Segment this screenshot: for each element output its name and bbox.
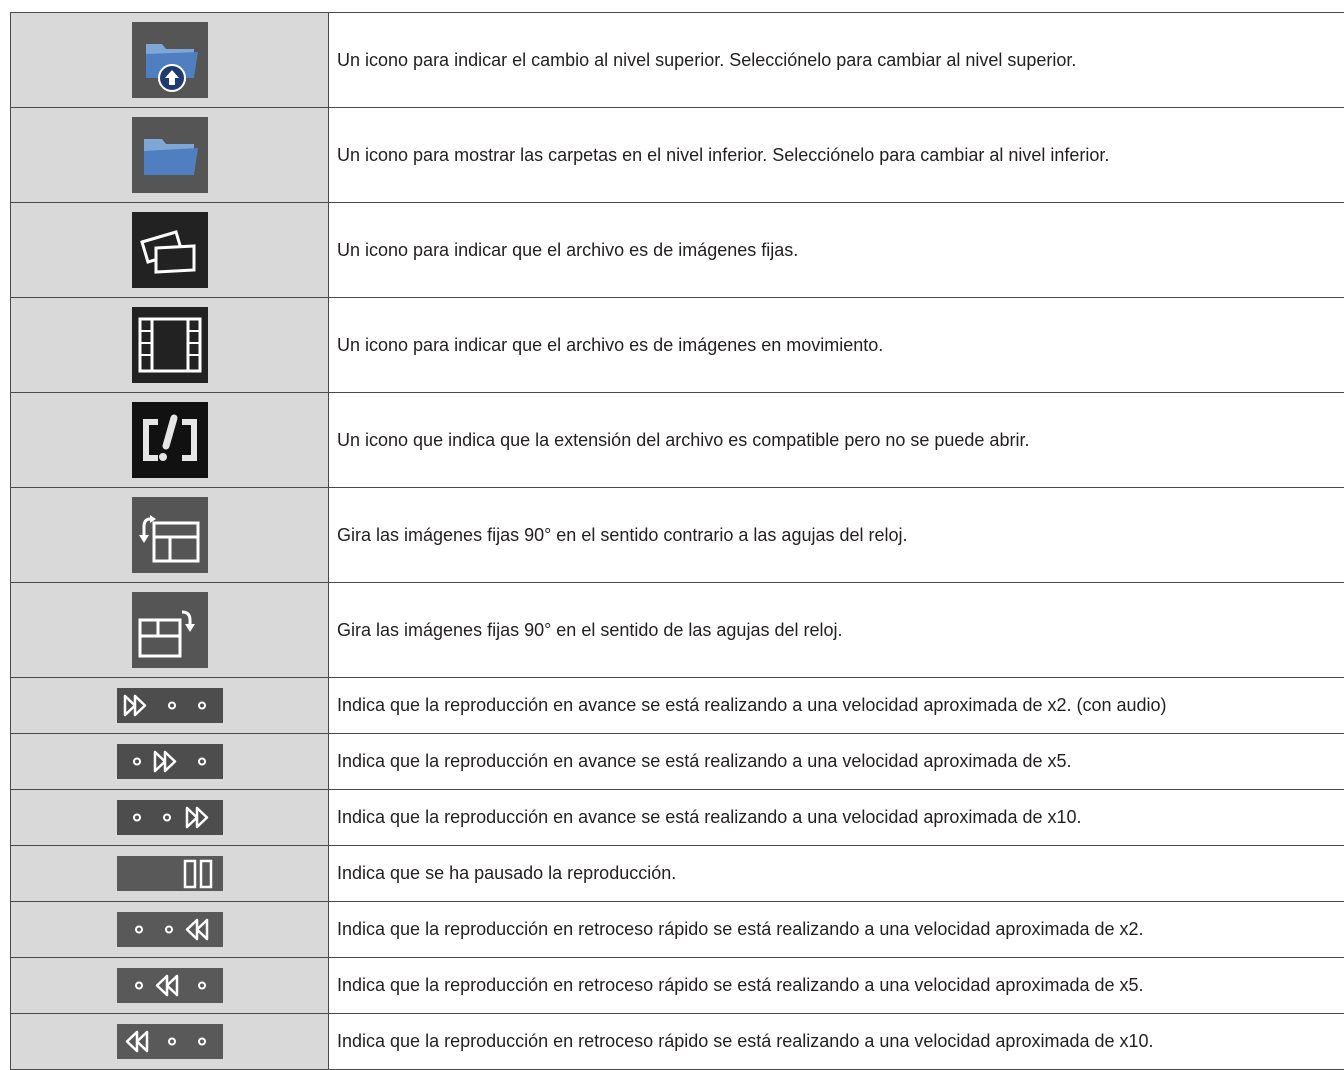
table-row: Un icono que indica que la extensión del… [11,393,1344,488]
still-images-icon [132,212,208,288]
fast-forward-x10-icon [117,800,223,835]
icon-cell [11,488,329,583]
rewind-x5-icon [117,968,223,1003]
row-description: Indica que la reproducción en avance se … [329,678,1344,734]
row-description: Un icono para indicar que el archivo es … [329,203,1344,298]
row-description: Indica que la reproducción en avance se … [329,734,1344,790]
icon-cell [11,734,329,790]
icon-cell [11,790,329,846]
table-row: Indica que se ha pausado la reproducción… [11,846,1344,902]
row-description: Un icono para indicar el cambio al nivel… [329,13,1344,108]
row-description: Un icono para indicar que el archivo es … [329,298,1344,393]
table-row: Gira las imágenes fijas 90° en el sentid… [11,488,1344,583]
icon-cell [11,846,329,902]
row-description: Indica que la reproducción en retroceso … [329,902,1344,958]
icon-cell [11,108,329,203]
icon-cell [11,902,329,958]
row-description: Gira las imágenes fijas 90° en el sentid… [329,583,1344,678]
rotate-clockwise-icon [132,592,208,668]
icon-cell [11,583,329,678]
table-row: Indica que la reproducción en avance se … [11,734,1344,790]
unsupported-file-icon [132,402,208,478]
fast-forward-x2-icon [117,688,223,723]
table-row: Un icono para indicar que el archivo es … [11,203,1344,298]
rewind-x2-icon [117,912,223,947]
rewind-x10-icon [117,1024,223,1059]
table-row: Indica que la reproducción en avance se … [11,678,1344,734]
icon-cell [11,393,329,488]
row-description: Indica que la reproducción en avance se … [329,790,1344,846]
table-row: Un icono para indicar que el archivo es … [11,298,1344,393]
fast-forward-x5-icon [117,744,223,779]
icon-cell [11,298,329,393]
row-description: Indica que la reproducción en retroceso … [329,958,1344,1014]
table-row: Indica que la reproducción en retroceso … [11,958,1344,1014]
icon-cell [11,1014,329,1070]
row-description: Indica que la reproducción en retroceso … [329,1014,1344,1070]
icon-description-table: Un icono para indicar el cambio al nivel… [10,12,1344,1070]
table-row: Gira las imágenes fijas 90° en el sentid… [11,583,1344,678]
icon-cell [11,678,329,734]
icon-cell [11,958,329,1014]
pause-icon [117,856,223,891]
table-row: Un icono para mostrar las carpetas en el… [11,108,1344,203]
row-description: Un icono para mostrar las carpetas en el… [329,108,1344,203]
icon-cell [11,203,329,298]
table-row: Indica que la reproducción en retroceso … [11,1014,1344,1070]
row-description: Indica que se ha pausado la reproducción… [329,846,1344,902]
rotate-counterclockwise-icon [132,497,208,573]
table-row: Indica que la reproducción en retroceso … [11,902,1344,958]
table-row: Un icono para indicar el cambio al nivel… [11,13,1344,108]
folder-icon [132,117,208,193]
icon-cell [11,13,329,108]
table-row: Indica que la reproducción en avance se … [11,790,1344,846]
row-description: Un icono que indica que la extensión del… [329,393,1344,488]
folder-up-icon [132,22,208,98]
film-icon [132,307,208,383]
row-description: Gira las imágenes fijas 90° en el sentid… [329,488,1344,583]
